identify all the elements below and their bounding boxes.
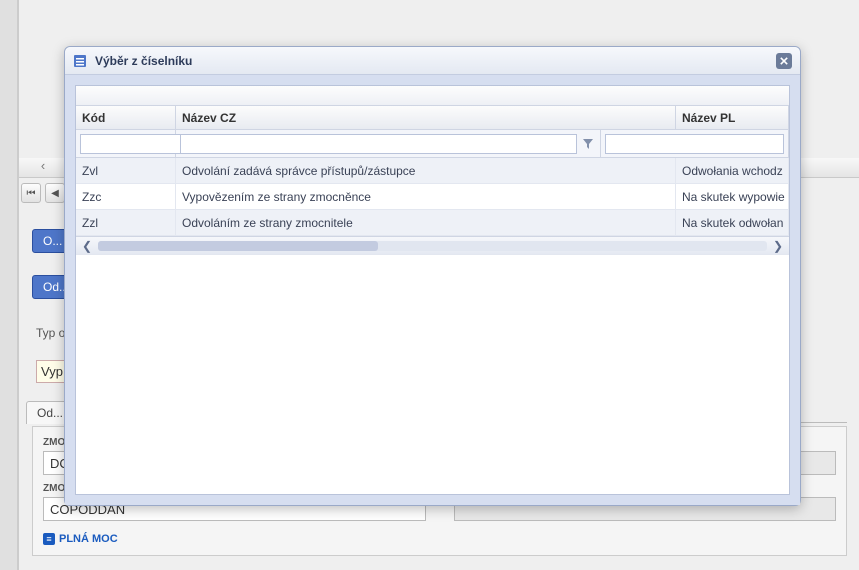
dialog-titlebar: Výběr z číselníku: [65, 47, 800, 75]
bg-button-1[interactable]: O...: [32, 229, 67, 253]
cell-cz: Odvolání zadává správce přístupů/zástupc…: [176, 158, 676, 183]
cell-kod: Zvl: [76, 158, 176, 183]
cell-pl: Na skutek wypowie: [676, 184, 789, 209]
dialog-search-bar[interactable]: [76, 86, 789, 106]
scroll-track[interactable]: [98, 241, 767, 251]
scroll-right-icon[interactable]: ❯: [767, 237, 789, 254]
lookup-grid: Kód Název CZ Název PL: [76, 106, 789, 264]
filter-cz-input[interactable]: [180, 134, 577, 154]
doc-icon: ≡: [43, 533, 55, 545]
table-row[interactable]: ZzlOdvoláním ze strany zmocniteleNa skut…: [76, 210, 789, 236]
col-header-kod[interactable]: Kód: [76, 106, 176, 129]
table-row[interactable]: ZvlOdvolání zadává správce přístupů/zást…: [76, 158, 789, 184]
plna-moc-label: PLNÁ MOC: [59, 533, 118, 545]
pager-first-button[interactable]: ⏮: [21, 183, 41, 203]
filter-icon[interactable]: [580, 134, 596, 154]
cell-cz: Vypovězením ze strany zmocněnce: [176, 184, 676, 209]
dialog-title: Výběr z číselníku: [95, 54, 768, 68]
cell-cz: Odvoláním ze strany zmocnitele: [176, 210, 676, 235]
plna-moc-link[interactable]: ≡ PLNÁ MOC: [43, 533, 118, 545]
filter-pl-input[interactable]: [605, 134, 784, 154]
scroll-thumb[interactable]: [98, 241, 378, 251]
nav-prev-icon[interactable]: ‹: [36, 158, 50, 176]
col-header-cz[interactable]: Název CZ: [176, 106, 676, 129]
lookup-dialog: Výběr z číselníku Kód Název CZ Název PL: [64, 46, 801, 506]
table-row[interactable]: ZzcVypovězením ze strany zmocněnceNa sku…: [76, 184, 789, 210]
scroll-left-icon[interactable]: ❮: [76, 237, 98, 254]
grid-hscroll[interactable]: ❮ ❯: [76, 236, 789, 254]
cell-pl: Na skutek odwołan: [676, 210, 789, 235]
cell-pl: Odwołania wchodz: [676, 158, 789, 183]
col-header-pl[interactable]: Název PL: [676, 106, 789, 129]
cell-kod: Zzl: [76, 210, 176, 235]
close-icon[interactable]: [776, 53, 792, 69]
pager-prev-button[interactable]: ◀: [45, 183, 65, 203]
dialog-icon: [73, 54, 87, 68]
cell-kod: Zzc: [76, 184, 176, 209]
